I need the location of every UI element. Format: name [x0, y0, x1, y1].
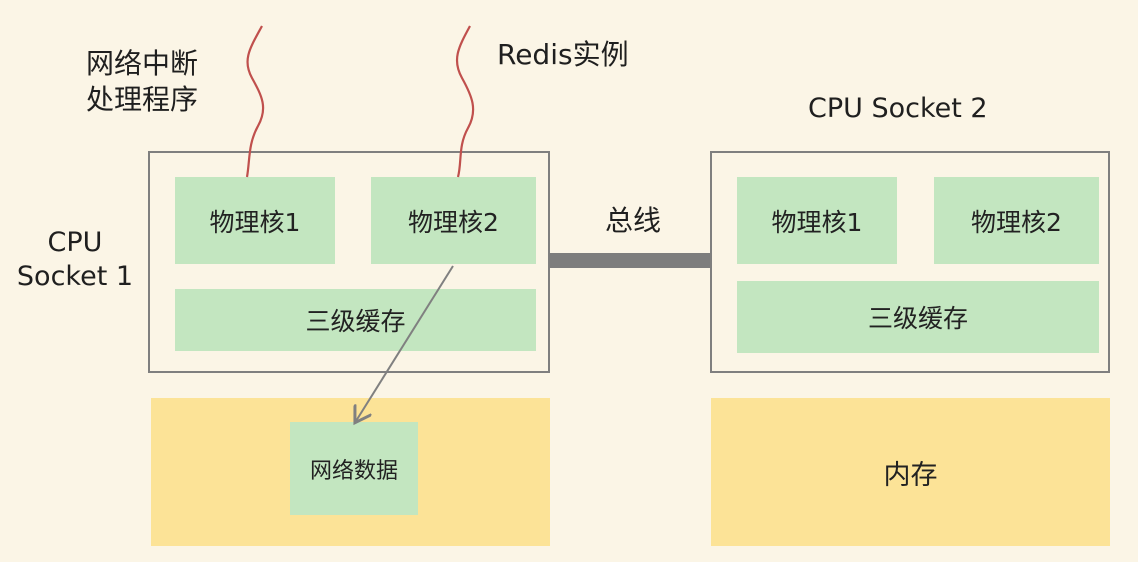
interrupt-handler-label: 网络中断 处理程序: [86, 46, 198, 118]
socket1-core2: 物理核2: [371, 177, 536, 264]
socket2-memory: 内存: [711, 398, 1110, 546]
socket2-core1: 物理核1: [737, 177, 897, 264]
socket1-label-line2: Socket 1: [16, 261, 134, 292]
socket2-core2: 物理核2: [934, 177, 1099, 264]
socket1-core1: 物理核1: [175, 177, 335, 264]
socket2-label: CPU Socket 2: [808, 93, 988, 124]
interrupt-handler-line2: 处理程序: [86, 83, 199, 116]
network-data-box: 网络数据: [290, 422, 418, 515]
bus-label: 总线: [605, 204, 662, 237]
bus-connector: [549, 253, 711, 268]
socket1-l3-cache: 三级缓存: [175, 289, 536, 351]
socket1-label-line1: CPU: [47, 227, 103, 258]
socket1-label: CPU Socket 1: [12, 226, 138, 294]
redis-instance-label: Redis实例: [497, 38, 629, 71]
socket2-l3-cache: 三级缓存: [737, 281, 1099, 353]
numa-diagram: 网络中断 处理程序 Redis实例 CPU Socket 1 CPU Socke…: [0, 0, 1138, 562]
interrupt-handler-line1: 网络中断: [86, 47, 199, 80]
